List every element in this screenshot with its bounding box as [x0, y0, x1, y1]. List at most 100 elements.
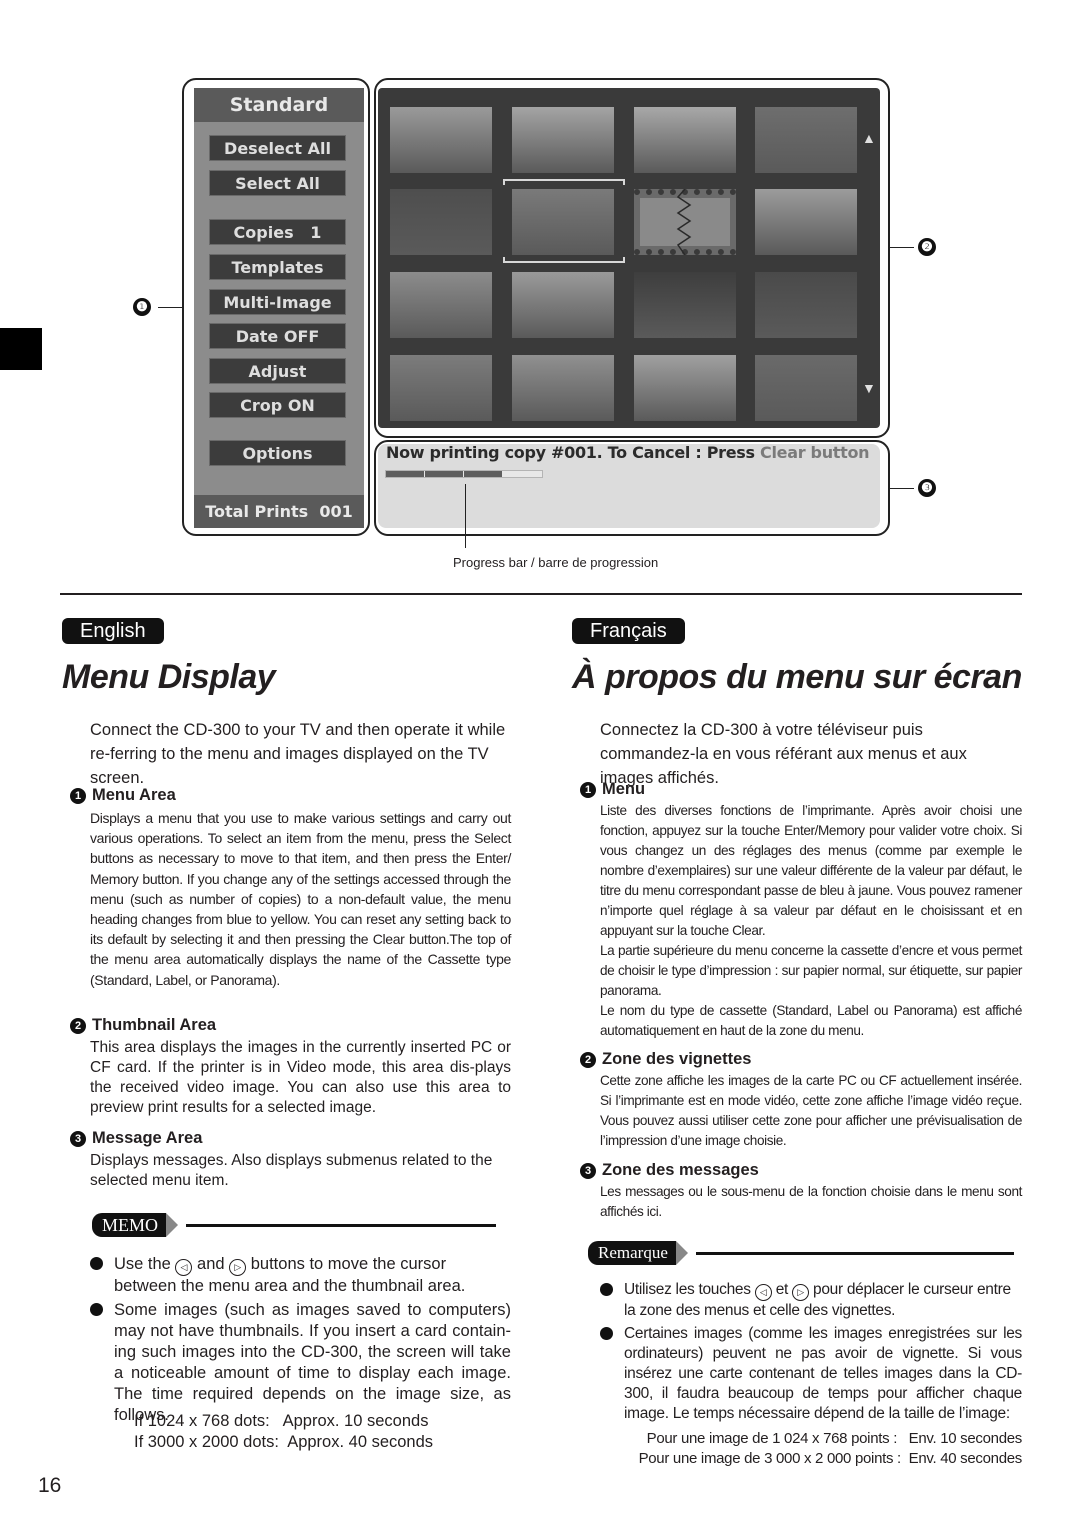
- progress-segment: [425, 471, 464, 477]
- section-tab-marker: [0, 328, 42, 370]
- callout-2-leader: [890, 247, 914, 248]
- menu-adjust-button[interactable]: Adjust: [209, 358, 346, 384]
- menu-options-button[interactable]: Options: [209, 440, 346, 466]
- thumbnail-lighthouse[interactable]: [755, 272, 857, 338]
- paragraph: La partie supérieure du menu concerne la…: [600, 943, 1022, 998]
- menu-templates-button[interactable]: Templates: [209, 254, 346, 280]
- thumbnail-still-life[interactable]: [390, 189, 492, 255]
- french-title: À propos du menu sur écran: [572, 658, 1022, 696]
- progress-bar-caption: Progress bar / barre de progression: [453, 555, 659, 570]
- english-memo-bullet-1: Use the ◁ and ▷ buttons to move the curs…: [90, 1254, 511, 1297]
- number-2-icon: 2: [580, 1051, 596, 1068]
- memo-label: MEMO: [92, 1213, 167, 1237]
- number-3-icon: 3: [70, 1130, 86, 1147]
- french-timing-1024: Pour une image de 1 024 x 768 points : E…: [646, 1430, 1023, 1447]
- selection-bracket-top: [503, 179, 625, 185]
- thumbnail-canal-buildings[interactable]: [512, 107, 614, 173]
- scroll-down-icon[interactable]: ▼: [862, 380, 876, 396]
- pencil-tip-icon: [166, 1213, 179, 1237]
- bullet-text: Certaines images (comme les images enreg…: [624, 1325, 1022, 1422]
- french-menu-heading: 1 Menu: [580, 780, 645, 799]
- number-2-icon: 2: [70, 1017, 86, 1034]
- thumbnail-teddy-bears[interactable]: [755, 107, 857, 173]
- menu-select-all-button[interactable]: Select All: [209, 170, 346, 196]
- total-prints-counter: Total Prints 001: [194, 495, 364, 528]
- french-remarque-bullet-1: Utilisez les touches ◁ et ▷ pour déplace…: [600, 1280, 1022, 1321]
- english-thumbnail-area-heading: 2 Thumbnail Area: [70, 1016, 216, 1035]
- number-3-icon: 3: [580, 1162, 596, 1179]
- french-message-body: Les messages ou le sous-menu de la fonct…: [600, 1184, 1022, 1219]
- printing-status-message: Now printing copy #001. To Cancel : Pres…: [386, 443, 870, 462]
- memo-rule: [186, 1223, 497, 1227]
- thumbnail-thatched-house[interactable]: [634, 355, 736, 421]
- bullet-icon: [600, 1283, 613, 1296]
- right-button-icon: ▷: [792, 1284, 810, 1301]
- remarque-banner: Remarque: [588, 1241, 1014, 1265]
- clear-button-hint: Clear button: [760, 443, 870, 462]
- selection-bracket-bottom: [503, 257, 625, 263]
- french-thumbnail-heading: 2 Zone des vignettes: [580, 1050, 751, 1069]
- progress-bar: [385, 470, 543, 478]
- pencil-tip-icon: [675, 1241, 688, 1265]
- callout-3-marker: ❸: [918, 479, 936, 497]
- french-remarque-bullet-2: Certaines images (comme les images enreg…: [600, 1324, 1022, 1424]
- bullet-icon: [90, 1303, 103, 1316]
- french-language-label: Français: [572, 618, 685, 644]
- thumbnail-clouds[interactable]: [512, 355, 614, 421]
- english-intro: Connect the CD-300 to your TV and then o…: [90, 721, 506, 787]
- english-message-area-body: Displays messages. Also displays submenu…: [90, 1152, 493, 1189]
- bullet-text: and: [192, 1255, 230, 1273]
- bullet-text: et: [771, 1281, 793, 1298]
- callout-2-marker: ❷: [918, 238, 936, 256]
- thumbnail-street-buildings[interactable]: [390, 107, 492, 173]
- thumbnail-palm-trees[interactable]: [634, 272, 736, 338]
- menu-multi-image-button[interactable]: Multi-Image: [209, 289, 346, 315]
- heading-text: Menu Area: [92, 786, 176, 804]
- english-thumbnail-area-body: This area displays the images in the cur…: [90, 1039, 511, 1116]
- french-timing-3000: Pour une image de 3 000 x 2 000 points :…: [638, 1450, 1023, 1467]
- left-button-icon: ◁: [175, 1259, 193, 1276]
- bullet-text: Use the: [114, 1255, 176, 1273]
- heading-text: Message Area: [92, 1129, 203, 1147]
- callout-3-leader: [890, 488, 914, 489]
- thumbnail-road[interactable]: [755, 355, 857, 421]
- english-timing-1024: If 1024 x 768 dots: Approx. 10 seconds: [134, 1412, 429, 1430]
- paragraph: Le nom du type de cassette (Standard, La…: [600, 1003, 1022, 1038]
- thumbnail-sunflower[interactable]: [512, 189, 614, 255]
- english-title: Menu Display: [62, 658, 276, 696]
- progress-caption-leader: [465, 484, 466, 548]
- thumbnail-wallabies[interactable]: [390, 355, 492, 421]
- thumbnail-canoes[interactable]: [512, 272, 614, 338]
- page-number: 16: [38, 1474, 62, 1497]
- menu-deselect-all-button[interactable]: Deselect All: [209, 135, 346, 161]
- english-menu-area-heading: 1 Menu Area: [70, 786, 176, 805]
- thumbnail-video-placeholder[interactable]: [634, 189, 736, 255]
- callout-1-marker: ❶: [133, 298, 151, 316]
- left-button-icon: ◁: [754, 1284, 772, 1301]
- heading-text: Zone des vignettes: [602, 1050, 752, 1068]
- bullet-icon: [600, 1327, 613, 1340]
- thumbnail-bench-beach[interactable]: [390, 272, 492, 338]
- thumbnail-waterfront-buildings[interactable]: [634, 107, 736, 173]
- english-timing-3000: If 3000 x 2000 dots: Approx. 40 seconds: [134, 1433, 434, 1451]
- zigzag-icon: [676, 189, 692, 255]
- french-intro: Connectez la CD-300 à votre téléviseur p…: [600, 721, 967, 787]
- french-message-heading: 3 Zone des messages: [580, 1161, 759, 1180]
- bullet-text: Some images (such as images saved to com…: [114, 1301, 511, 1424]
- number-1-icon: 1: [70, 787, 86, 804]
- callout-1-leader: [158, 307, 182, 308]
- memo-banner: MEMO: [92, 1213, 497, 1237]
- right-button-icon: ▷: [229, 1259, 247, 1276]
- heading-text: Thumbnail Area: [92, 1016, 217, 1034]
- thumbnail-tulip-field[interactable]: [755, 189, 857, 255]
- menu-copies-button[interactable]: Copies 1: [209, 219, 346, 245]
- english-menu-area-body: Displays a menu that you use to make var…: [90, 810, 511, 988]
- heading-text: Zone des messages: [602, 1161, 759, 1179]
- cassette-type-heading: Standard: [194, 88, 364, 122]
- bullet-text: Utilisez les touches: [624, 1281, 755, 1298]
- remarque-rule: [695, 1251, 1014, 1255]
- english-memo-bullet-2: Some images (such as images saved to com…: [90, 1300, 511, 1426]
- menu-crop-button[interactable]: Crop ON: [209, 392, 346, 418]
- menu-date-button[interactable]: Date OFF: [209, 323, 346, 349]
- scroll-up-icon[interactable]: ▲: [862, 130, 876, 146]
